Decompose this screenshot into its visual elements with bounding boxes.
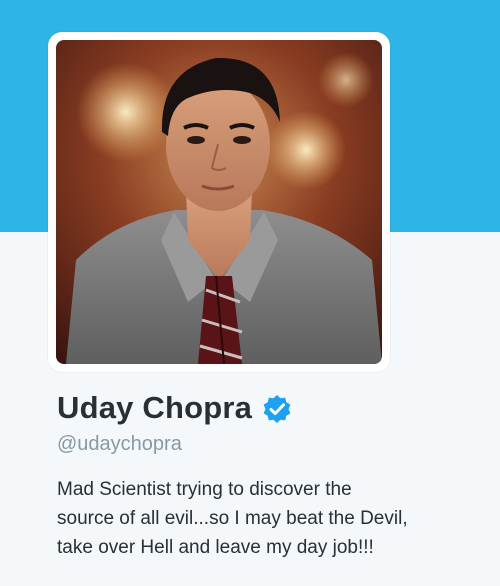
profile-bio: Mad Scientist trying to discover the sou… — [57, 475, 497, 562]
profile-name-row: Uday Chopra — [57, 388, 292, 428]
bio-line: source of all evil...so I may beat the D… — [57, 508, 408, 529]
verified-badge-icon — [262, 394, 292, 424]
profile-handle[interactable]: @udaychopra — [57, 431, 182, 457]
profile-avatar[interactable] — [48, 32, 390, 372]
avatar-photo — [56, 40, 382, 364]
profile-name[interactable]: Uday Chopra — [57, 388, 252, 428]
bio-line: take over Hell and leave my day job!!! — [57, 537, 374, 558]
bio-line: Mad Scientist trying to discover the — [57, 479, 352, 500]
